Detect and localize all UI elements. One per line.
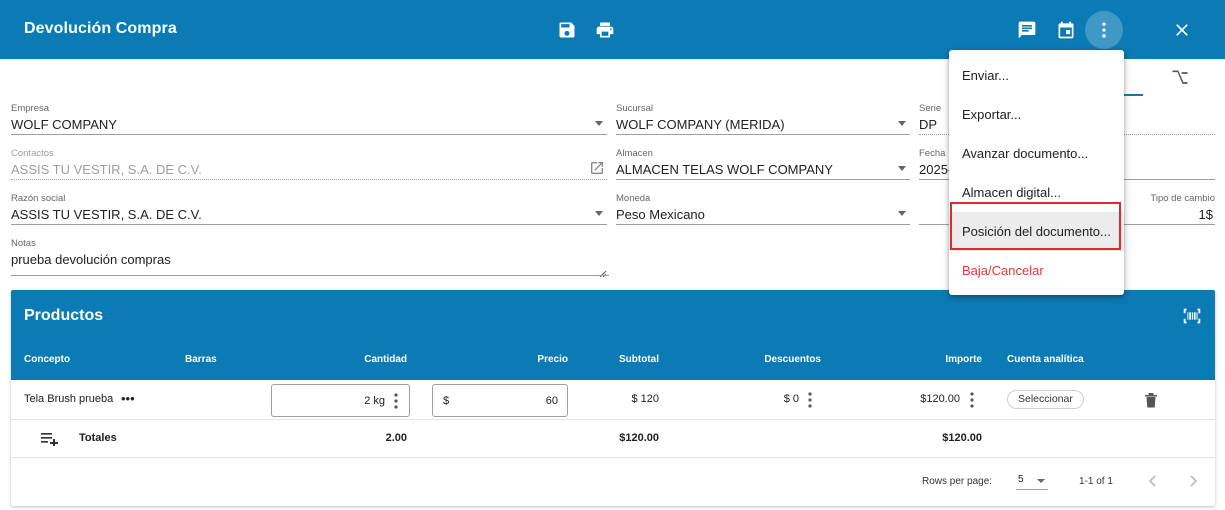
- subtotal-cell: $ 120: [631, 393, 659, 405]
- moneda-label: Moneda: [616, 193, 651, 204]
- rows-per-page-value: 5: [1018, 474, 1024, 485]
- comments-button[interactable]: [1008, 11, 1046, 49]
- total-importe: $120.00: [942, 432, 982, 444]
- col-descuentos[interactable]: Descuentos: [721, 354, 821, 365]
- precio-currency: $: [443, 395, 450, 407]
- contactos-field[interactable]: Contactos ASSIS TU VESTIR, S.A. DE C.V.: [11, 148, 607, 180]
- notas-field[interactable]: Notas prueba devolución compras: [11, 238, 609, 278]
- rows-per-page-select[interactable]: 5: [1016, 472, 1048, 490]
- col-concepto[interactable]: Concepto: [24, 354, 70, 365]
- cantidad-more-icon[interactable]: [391, 393, 401, 409]
- menu-item-exportar[interactable]: Exportar...: [949, 95, 1124, 134]
- page-title: Devolución Compra: [24, 20, 177, 37]
- productos-title: Productos: [24, 307, 104, 324]
- empresa-value: WOLF COMPANY: [11, 117, 117, 132]
- tipo-cambio-value: 1$: [1198, 207, 1213, 222]
- productos-header: Productos Concepto Barras Cantidad Preci…: [11, 290, 1215, 380]
- cantidad-input[interactable]: 2 kg: [271, 384, 410, 417]
- concepto-more-button[interactable]: •••: [121, 391, 135, 406]
- col-cuenta-analitica[interactable]: Cuenta analítica: [1007, 354, 1084, 365]
- razon-social-label: Razón social: [11, 193, 66, 204]
- importe-cell: $120.00: [920, 393, 960, 405]
- almacen-value: ALMACEN TELAS WOLF COMPANY: [616, 162, 833, 177]
- fecha-value: 2025-: [919, 162, 953, 177]
- menu-item-baja-cancelar[interactable]: Baja/Cancelar: [949, 251, 1124, 290]
- notas-value: prueba devolución compras: [11, 252, 171, 267]
- fecha-label: Fecha: [919, 148, 946, 159]
- cantidad-value: 2 kg: [364, 395, 385, 407]
- almacen-label: Almacen: [616, 148, 653, 159]
- moneda-dropdown-icon[interactable]: [898, 211, 906, 216]
- col-cantidad[interactable]: Cantidad: [307, 354, 407, 365]
- save-icon: [559, 22, 575, 38]
- seleccionar-cuenta-button[interactable]: Seleccionar: [1007, 390, 1084, 409]
- total-cantidad: 2.00: [385, 432, 407, 444]
- calendar-icon: [1058, 21, 1074, 39]
- chevron-right-icon: [1190, 475, 1198, 487]
- pagination-range: 1-1 of 1: [1079, 476, 1113, 487]
- chevron-left-icon: [1148, 475, 1156, 487]
- option-key-icon[interactable]: [1170, 68, 1190, 88]
- serie-value: DP: [919, 117, 938, 132]
- razon-social-value: ASSIS TU VESTIR, S.A. DE C.V.: [11, 207, 202, 222]
- sucursal-value: WOLF COMPANY (MERIDA): [616, 117, 785, 132]
- col-barras[interactable]: Barras: [185, 354, 217, 365]
- totales-label: Totales: [79, 432, 117, 444]
- print-button[interactable]: [586, 11, 624, 49]
- almacen-dropdown-icon[interactable]: [898, 166, 906, 171]
- notas-label: Notas: [11, 238, 36, 249]
- comment-icon: [1018, 21, 1036, 39]
- total-subtotal: $120.00: [619, 432, 659, 444]
- more-vert-icon: [1102, 22, 1106, 38]
- productos-card: Productos Concepto Barras Cantidad Preci…: [11, 290, 1215, 506]
- print-icon: [596, 22, 614, 38]
- col-importe[interactable]: Importe: [882, 354, 982, 365]
- menu-item-avanzar-documento[interactable]: Avanzar documento...: [949, 134, 1124, 173]
- totals-row: Totales 2.00 $120.00 $120.00: [11, 420, 1215, 458]
- moneda-field[interactable]: Moneda Peso Mexicano: [616, 193, 910, 225]
- highlight-annotation-box: [950, 202, 1121, 250]
- contactos-label: Contactos: [11, 148, 54, 159]
- table-row: Tela Brush prueba ••• 2 kg $ 60 $ 120 $ …: [11, 380, 1215, 420]
- next-page-button[interactable]: [1187, 474, 1199, 488]
- more-options-button[interactable]: [1085, 11, 1123, 49]
- importe-more-icon[interactable]: [967, 392, 977, 408]
- razon-social-field[interactable]: Razón social ASSIS TU VESTIR, S.A. DE C.…: [11, 193, 607, 225]
- sucursal-dropdown-icon[interactable]: [898, 121, 906, 126]
- razon-social-dropdown-icon[interactable]: [595, 211, 603, 216]
- empresa-dropdown-icon[interactable]: [595, 121, 603, 126]
- rows-per-page-dropdown-icon: [1037, 479, 1045, 483]
- almacen-field[interactable]: Almacen ALMACEN TELAS WOLF COMPANY: [616, 148, 910, 180]
- moneda-value: Peso Mexicano: [616, 207, 705, 222]
- empresa-field[interactable]: Empresa WOLF COMPANY: [11, 103, 607, 135]
- col-subtotal[interactable]: Subtotal: [559, 354, 659, 365]
- menu-item-enviar[interactable]: Enviar...: [949, 56, 1124, 95]
- close-icon: [1176, 24, 1188, 36]
- empresa-label: Empresa: [11, 103, 50, 114]
- precio-input[interactable]: $ 60: [432, 384, 568, 417]
- close-button[interactable]: [1163, 11, 1201, 49]
- resize-handle-icon[interactable]: [599, 265, 607, 278]
- add-product-icon[interactable]: [41, 432, 59, 447]
- concepto-cell: Tela Brush prueba: [24, 393, 114, 405]
- delete-row-icon[interactable]: [1144, 392, 1158, 408]
- save-button[interactable]: [548, 11, 586, 49]
- sucursal-label: Sucursal: [616, 103, 653, 114]
- sucursal-field[interactable]: Sucursal WOLF COMPANY (MERIDA): [616, 103, 910, 135]
- col-precio[interactable]: Precio: [468, 354, 568, 365]
- tipo-cambio-label: Tipo de cambio: [1150, 193, 1215, 204]
- serie-label: Serie: [919, 103, 942, 114]
- contactos-value: ASSIS TU VESTIR, S.A. DE C.V.: [11, 162, 202, 177]
- descuentos-cell: $ 0: [783, 393, 799, 405]
- rows-per-page-label: Rows per page:: [922, 476, 993, 487]
- descuentos-more-icon[interactable]: [805, 392, 815, 408]
- precio-value: 60: [545, 395, 558, 407]
- open-external-icon[interactable]: [589, 160, 605, 176]
- calendar-button[interactable]: [1047, 11, 1085, 49]
- more-options-menu: Enviar... Exportar... Avanzar documento.…: [949, 50, 1124, 295]
- barcode-scan-icon[interactable]: [1181, 305, 1203, 327]
- prev-page-button[interactable]: [1147, 474, 1159, 488]
